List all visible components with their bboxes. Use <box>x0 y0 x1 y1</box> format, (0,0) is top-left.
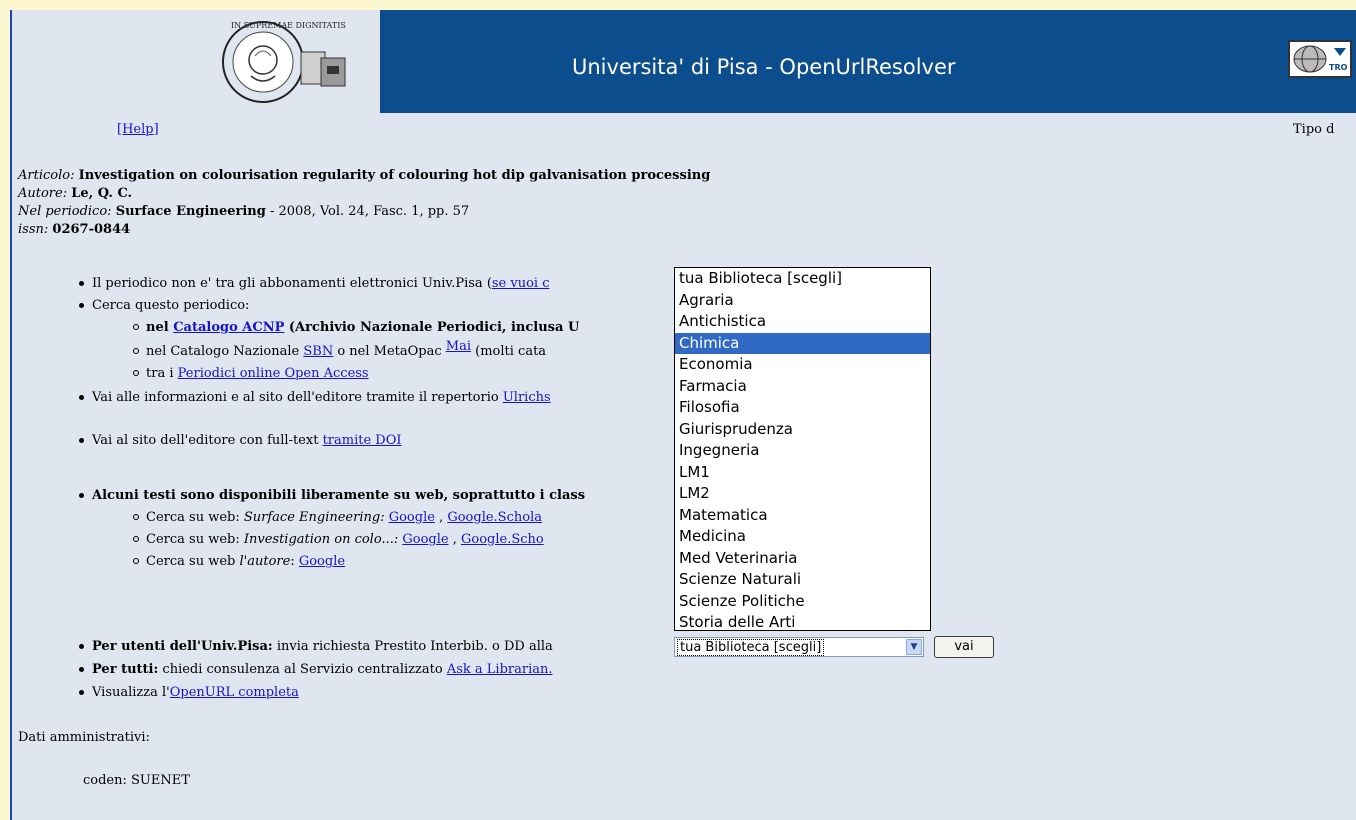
library-option[interactable]: Agraria <box>675 290 930 312</box>
partner-logo: TRO <box>1288 40 1352 78</box>
list-item-web-periodical: Cerca su web: Surface Engineering: Googl… <box>133 510 542 525</box>
list-item-liberi: Alcuni testi sono disponibili liberament… <box>78 488 586 503</box>
library-dropdown-list[interactable]: tua Biblioteca [scegli] Agraria Antichisti… <box>674 267 931 631</box>
library-option[interactable]: Scienze Naturali <box>675 569 930 591</box>
seal-text: IN SUPREMAE DIGNITATIS <box>231 21 346 30</box>
list-item-abbonamenti: Il periodico non e' tra gli abbonamenti … <box>79 276 550 291</box>
page: IN SUPREMAE DIGNITATIS Universita' di Pi… <box>10 10 1356 820</box>
library-option[interactable]: Farmacia <box>675 376 930 398</box>
library-option[interactable]: Giurisprudenza <box>675 419 930 441</box>
library-option[interactable]: Scienze Politiche <box>675 591 930 613</box>
library-option[interactable]: Chimica <box>675 332 930 354</box>
university-seal-logo: IN SUPREMAE DIGNITATIS <box>222 21 346 103</box>
google-title-link[interactable]: Google <box>402 532 448 547</box>
coden-value: coden: SUENET <box>83 773 190 788</box>
scholar-title-link[interactable]: Google.Scho <box>461 532 544 547</box>
list-item-sbn: nel Catalogo Nazionale SBN o nel MetaOpa… <box>132 339 547 359</box>
chevron-down-icon[interactable]: ▼ <box>906 639 922 655</box>
list-item-ulrichs: Vai alle informazioni e al sito dell'edi… <box>79 390 551 405</box>
doi-link[interactable]: tramite DOI <box>323 433 402 448</box>
periodical-name: Surface Engineering <box>115 204 266 219</box>
list-item-tutti: Per tutti: chiedi consulenza al Servizio… <box>79 662 553 677</box>
list-item-cerca-periodico: Cerca questo periodico: <box>78 298 250 313</box>
record-periodical: Nel periodico: Surface Engineering - 200… <box>18 204 469 219</box>
library-option[interactable]: Med Veterinaria <box>675 548 930 570</box>
article-title: Investigation on colourisation regularit… <box>78 168 711 183</box>
partner-text: TRO <box>1329 63 1348 72</box>
autore-label: Autore: <box>18 186 68 201</box>
ulrichs-link[interactable]: Ulrichs <box>503 390 551 405</box>
open-access-link[interactable]: Periodici online Open Access <box>178 366 369 381</box>
periodico-label: Nel periodico: <box>18 204 112 219</box>
library-option[interactable]: Ingegneria <box>675 440 930 462</box>
list-item-acnp: nel Catalogo ACNP (Archivio Nazionale Pe… <box>132 320 580 335</box>
author-name: Le, Q. C. <box>71 186 133 201</box>
library-select-value: tua Biblioteca [scegli] <box>677 639 825 656</box>
issn-label: issn: <box>18 222 49 237</box>
google-periodical-link[interactable]: Google <box>389 510 435 525</box>
help-link[interactable]: [Help] <box>117 122 159 137</box>
openurl-link[interactable]: OpenURL completa <box>170 685 299 700</box>
page-title: Universita' di Pisa - OpenUrlResolver <box>572 55 956 79</box>
scholar-periodical-link[interactable]: Google.Schola <box>447 510 542 525</box>
library-option[interactable]: LM2 <box>675 483 930 505</box>
sbn-link[interactable]: SBN <box>303 344 333 359</box>
articolo-label: Articolo: <box>18 168 75 183</box>
google-author-link[interactable]: Google <box>299 554 345 569</box>
library-option[interactable]: Economia <box>675 354 930 376</box>
globe-icon: TRO <box>1293 45 1348 73</box>
library-option[interactable]: tua Biblioteca [scegli] <box>675 268 930 290</box>
library-option[interactable]: Matematica <box>675 505 930 527</box>
list-item-open-access: tra i Periodici online Open Access <box>133 366 369 381</box>
library-option[interactable]: Medicina <box>675 526 930 548</box>
header-banner: Universita' di Pisa - OpenUrlResolver TR… <box>380 10 1356 113</box>
periodical-details: - 2008, Vol. 24, Fasc. 1, pp. 57 <box>265 204 470 219</box>
ask-librarian-link[interactable]: Ask a Librarian. <box>447 662 553 677</box>
issn-value: 0267-0844 <box>52 222 131 237</box>
library-option[interactable]: Antichistica <box>675 311 930 333</box>
mai-link[interactable]: Mai <box>446 339 471 354</box>
se-vuoi-link[interactable]: se vuoi c <box>492 276 550 291</box>
library-option[interactable]: Storia delle Arti <box>675 612 930 630</box>
list-item-web-title: Cerca su web: Investigation on colo...: … <box>133 532 544 547</box>
record-issn: issn: 0267-0844 <box>18 222 130 237</box>
list-item-prestito: Per utenti dell'Univ.Pisa: invia richies… <box>79 639 553 654</box>
catalogo-acnp-link[interactable]: Catalogo ACNP <box>173 320 284 335</box>
library-option[interactable]: LM1 <box>675 462 930 484</box>
record-author: Autore: Le, Q. C. <box>18 186 132 201</box>
list-item-web-author: Cerca su web l'autore: Google <box>132 554 346 569</box>
record-article: Articolo: Investigation on colourisation… <box>18 168 710 183</box>
admin-label: Dati amministrativi: <box>18 730 150 745</box>
tipo-label: Tipo d <box>1293 122 1335 137</box>
vai-button[interactable]: vai <box>934 636 994 658</box>
list-item-doi: Vai al sito dell'editore con full-text t… <box>79 433 402 448</box>
library-option[interactable]: Filosofia <box>675 397 930 419</box>
library-select[interactable]: tua Biblioteca [scegli] ▼ <box>674 637 924 657</box>
list-item-openurl: Visualizza l'OpenURL completa <box>79 685 299 700</box>
